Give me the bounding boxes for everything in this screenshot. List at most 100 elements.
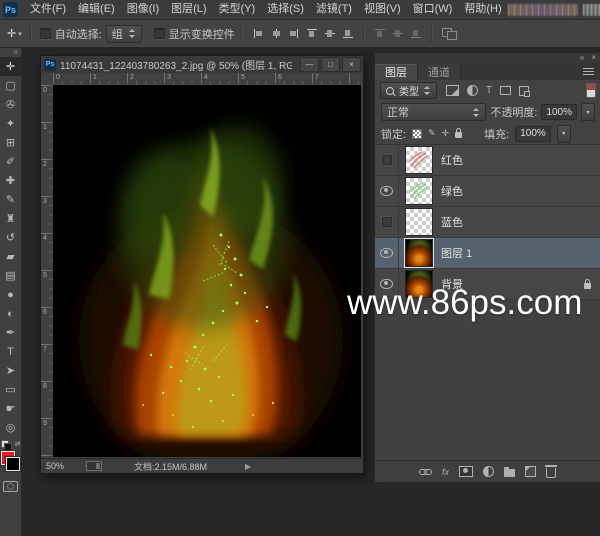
background-color-swatch[interactable] bbox=[6, 457, 20, 471]
status-options-arrow[interactable]: ▶ bbox=[245, 462, 251, 471]
healing-brush-tool[interactable]: ✚ bbox=[0, 171, 21, 190]
tool-preset-dropdown-icon[interactable]: ▾ bbox=[18, 30, 22, 38]
auto-select-dropdown[interactable]: 组 bbox=[106, 25, 142, 43]
quick-mask-button[interactable] bbox=[3, 481, 18, 492]
filter-shape-layers-icon[interactable] bbox=[500, 86, 511, 95]
menu-help[interactable]: 帮助(H) bbox=[458, 0, 507, 19]
zoom-level[interactable]: 50% bbox=[46, 461, 64, 471]
layer-row-blue[interactable]: 蓝色 bbox=[375, 207, 600, 238]
layer-name[interactable]: 图层 1 bbox=[441, 245, 472, 261]
visibility-toggle[interactable] bbox=[375, 176, 399, 206]
menu-image[interactable]: 图像(I) bbox=[121, 0, 165, 19]
menu-window[interactable]: 窗口(W) bbox=[407, 0, 459, 19]
close-panel-icon[interactable]: × bbox=[591, 53, 596, 63]
layer-thumbnail[interactable] bbox=[405, 177, 433, 205]
align-bottom-edges-icon[interactable] bbox=[341, 27, 355, 40]
layer-thumbnail[interactable] bbox=[405, 208, 433, 236]
layer-name[interactable]: 绿色 bbox=[441, 183, 463, 199]
dodge-tool[interactable]: ◐ bbox=[0, 304, 21, 323]
layer-name[interactable]: 红色 bbox=[441, 152, 463, 168]
menu-type[interactable]: 类型(Y) bbox=[213, 0, 262, 19]
lock-transparency-icon[interactable] bbox=[412, 129, 422, 139]
align-right-edges-icon[interactable] bbox=[287, 27, 301, 40]
brush-tool[interactable]: ✎ bbox=[0, 190, 21, 209]
menu-file[interactable]: 文件(F) bbox=[24, 0, 72, 19]
layer-thumbnail[interactable] bbox=[405, 146, 433, 174]
new-adjustment-layer-icon[interactable] bbox=[483, 466, 494, 477]
eyedropper-tool[interactable]: ✐ bbox=[0, 152, 21, 171]
tab-layers[interactable]: 图层 bbox=[375, 64, 418, 80]
canvas[interactable] bbox=[53, 85, 361, 457]
auto-align-layers-icon[interactable] bbox=[442, 28, 457, 40]
panel-menu-icon[interactable] bbox=[583, 68, 594, 75]
filter-type-layers-icon[interactable]: T bbox=[486, 86, 492, 95]
layer-style-icon[interactable]: fx bbox=[442, 467, 449, 477]
close-button[interactable]: × bbox=[342, 57, 361, 72]
zoom-tool[interactable]: ◎ bbox=[0, 418, 21, 437]
gradient-tool[interactable]: ▤ bbox=[0, 266, 21, 285]
layer-row-layer1[interactable]: 图层 1 bbox=[375, 238, 600, 269]
auto-select-checkbox[interactable] bbox=[40, 28, 51, 39]
lock-all-icon[interactable] bbox=[455, 132, 462, 138]
filter-smart-objects-icon[interactable] bbox=[519, 86, 529, 96]
delete-layer-icon[interactable] bbox=[546, 468, 556, 478]
clone-stamp-tool[interactable]: ♜ bbox=[0, 209, 21, 228]
filter-pixel-layers-icon[interactable] bbox=[446, 85, 459, 96]
layer-row-red[interactable]: 红色 bbox=[375, 145, 600, 176]
magic-wand-tool[interactable]: ✦ bbox=[0, 114, 21, 133]
maximize-button[interactable]: □ bbox=[321, 57, 340, 72]
hand-tool[interactable]: ☛ bbox=[0, 399, 21, 418]
menu-edit[interactable]: 编辑(E) bbox=[72, 0, 121, 19]
opacity-dropdown-button[interactable]: ▾ bbox=[581, 103, 595, 121]
path-selection-tool[interactable]: ➤ bbox=[0, 361, 21, 380]
history-brush-tool[interactable]: ↺ bbox=[0, 228, 21, 247]
lasso-tool[interactable]: ✇ bbox=[0, 95, 21, 114]
layer-row-green[interactable]: 绿色 bbox=[375, 176, 600, 207]
collapse-toolbar-icon[interactable]: » bbox=[11, 47, 21, 57]
collapse-panel-icon[interactable]: « bbox=[580, 53, 584, 63]
menu-layer[interactable]: 图层(L) bbox=[165, 0, 212, 19]
type-tool[interactable]: T bbox=[0, 342, 21, 361]
app-logo[interactable]: Ps bbox=[3, 2, 18, 17]
opacity-value[interactable]: 100% bbox=[541, 104, 577, 120]
lock-pixels-icon[interactable]: ✎ bbox=[428, 128, 436, 139]
minimize-button[interactable]: — bbox=[300, 57, 319, 72]
align-horizontal-centers-icon[interactable] bbox=[269, 27, 283, 40]
default-colors-icon[interactable] bbox=[1, 440, 9, 448]
new-group-icon[interactable] bbox=[504, 469, 515, 477]
crop-tool[interactable]: ⊞ bbox=[0, 133, 21, 152]
layer-filtering-toggle[interactable] bbox=[586, 83, 596, 98]
menu-select[interactable]: 选择(S) bbox=[261, 0, 310, 19]
menu-view[interactable]: 视图(V) bbox=[358, 0, 407, 19]
align-vertical-centers-icon[interactable] bbox=[323, 27, 337, 40]
align-top-edges-icon[interactable] bbox=[305, 27, 319, 40]
visibility-toggle[interactable] bbox=[375, 145, 399, 175]
fill-value[interactable]: 100% bbox=[515, 126, 551, 142]
blend-mode-dropdown[interactable]: 正常 bbox=[381, 103, 486, 121]
eraser-tool[interactable]: ▰ bbox=[0, 247, 21, 266]
distribute-top-edges-icon[interactable] bbox=[373, 27, 387, 40]
fill-dropdown-button[interactable]: ▾ bbox=[557, 125, 571, 143]
new-layer-icon[interactable] bbox=[525, 466, 536, 477]
visibility-toggle[interactable] bbox=[375, 207, 399, 237]
layer-name[interactable]: 蓝色 bbox=[441, 214, 463, 230]
rectangular-marquee-tool[interactable]: ▢ bbox=[0, 76, 21, 95]
swap-colors-icon[interactable]: ⇄ bbox=[15, 440, 21, 448]
lock-position-icon[interactable]: ✛ bbox=[442, 128, 450, 139]
visibility-toggle[interactable] bbox=[375, 238, 399, 268]
document-title-bar[interactable]: Ps 11074431_122403780263_2.jpg @ 50% (图层… bbox=[41, 56, 363, 74]
menu-filter[interactable]: 滤镜(T) bbox=[310, 0, 358, 19]
align-left-edges-icon[interactable] bbox=[251, 27, 265, 40]
filter-kind-dropdown[interactable]: 类型 bbox=[380, 82, 437, 99]
blur-tool[interactable]: ● bbox=[0, 285, 21, 304]
shape-tool[interactable]: ▭ bbox=[0, 380, 21, 399]
show-transform-checkbox[interactable] bbox=[154, 28, 165, 39]
filter-adjustment-layers-icon[interactable] bbox=[467, 85, 478, 96]
layer-thumbnail[interactable] bbox=[405, 239, 433, 267]
distribute-vertical-centers-icon[interactable] bbox=[391, 27, 405, 40]
link-layers-icon[interactable] bbox=[419, 469, 432, 475]
add-layer-mask-icon[interactable] bbox=[459, 466, 473, 477]
pen-tool[interactable]: ✒ bbox=[0, 323, 21, 342]
tab-channels[interactable]: 通道 bbox=[418, 64, 461, 80]
move-tool[interactable]: ✛ bbox=[0, 57, 21, 76]
